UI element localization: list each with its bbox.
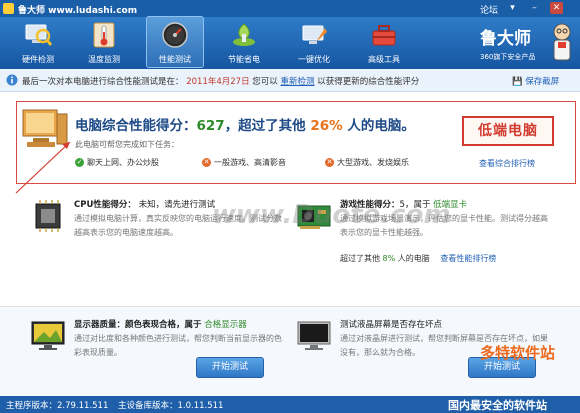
device-db-version: 主设备库版本：1.0.11.511 bbox=[118, 401, 224, 411]
tab-label: 一键优化 bbox=[298, 55, 330, 64]
overall-score-panel: 电脑综合性能得分：627，超过了其他 26% 人的电脑。 此电脑可帮您完成如下任… bbox=[16, 101, 576, 184]
speedometer-icon bbox=[162, 22, 188, 48]
app-logo-icon bbox=[3, 3, 14, 14]
task-label: 一般游戏、高清影音 bbox=[214, 158, 286, 167]
game-beat-percent: 8% bbox=[382, 254, 396, 263]
monitor-landscape-icon bbox=[31, 321, 65, 350]
cpu-chip-icon bbox=[35, 200, 61, 232]
last-test-prefix: 最后一次对本电脑进行综合性能测试是在： bbox=[22, 77, 184, 87]
cross-icon: ✕ bbox=[325, 158, 334, 167]
info-icon bbox=[6, 74, 18, 86]
cpu-title-label: CPU性能得分： bbox=[74, 200, 136, 210]
mascot-icon bbox=[553, 23, 571, 61]
title-bar: 鲁大师 www.ludashi.com 论坛 ▾ – ✕ bbox=[0, 0, 580, 17]
game-rank-link[interactable]: 查看性能排行榜 bbox=[440, 254, 496, 263]
cpu-score-title: CPU性能得分： 未知，请先进行测试 bbox=[74, 198, 215, 210]
game-beat-prefix: 超过了其他 bbox=[340, 254, 380, 263]
cpu-score-value: 未知，请先进行测试 bbox=[138, 200, 216, 210]
tasks-intro: 此电脑可帮您完成如下任务： bbox=[75, 140, 179, 149]
game-beat-suffix: 人的电脑 bbox=[397, 254, 430, 263]
display-quality-title: 显示器质量：颜色表现合格，属于 合格显示器 bbox=[74, 318, 247, 330]
save-screenshot-label: 保存截屏 bbox=[525, 77, 560, 87]
save-icon: 💾 bbox=[512, 77, 523, 87]
game-beat-line: 超过了其他 8% 人的电脑 查看性能排行榜 bbox=[340, 253, 496, 264]
rocket-optimize-icon bbox=[302, 25, 327, 44]
tab-hardware-detect[interactable]: 硬件检测 bbox=[10, 17, 66, 67]
tab-temperature[interactable]: 温度监测 bbox=[76, 17, 132, 67]
save-screenshot-link[interactable]: 💾 保存截屏 bbox=[512, 75, 559, 87]
display-level-value: 合格显示器 bbox=[204, 320, 247, 330]
task-item-large-games: ✕ 大型游戏、发烧娱乐 bbox=[325, 157, 409, 168]
lcd-monitor-icon bbox=[297, 321, 331, 350]
last-test-info-bar: 最后一次对本电脑进行综合性能测试是在： 2011年4月27日 您可以 重新检测 … bbox=[0, 69, 580, 92]
brand-logo: 鲁大师 bbox=[480, 29, 531, 49]
overall-score-value: 627 bbox=[196, 118, 225, 134]
last-test-text: 最后一次对本电脑进行综合性能测试是在： 2011年4月27日 您可以 重新检测 … bbox=[22, 75, 419, 87]
score-headline: 电脑综合性能得分：627，超过了其他 26% 人的电脑。 bbox=[75, 114, 415, 134]
lcd-title: 测试液晶屏幕是否存在坏点 bbox=[340, 320, 443, 330]
check-icon: ✓ bbox=[75, 158, 84, 167]
skin-icon[interactable]: ▾ bbox=[506, 2, 519, 14]
task-label: 聊天上网、办公炒股 bbox=[87, 158, 159, 167]
tab-label: 节能省电 bbox=[228, 55, 260, 64]
tab-energy-saving[interactable]: 节能省电 bbox=[216, 17, 272, 67]
low-end-stamp: 低端电脑 bbox=[462, 116, 554, 146]
minimize-icon[interactable]: – bbox=[528, 2, 541, 14]
forum-link[interactable]: 论坛 bbox=[480, 3, 498, 16]
tab-performance-test[interactable]: 性能测试 bbox=[146, 16, 204, 68]
toolbox-icon bbox=[372, 25, 396, 46]
overall-percent-value: 26% bbox=[310, 118, 343, 134]
tab-label: 高级工具 bbox=[368, 55, 400, 64]
overall-rank-link[interactable]: 查看综合排行榜 bbox=[479, 158, 535, 169]
task-label: 大型游戏、发烧娱乐 bbox=[337, 158, 409, 167]
retest-link[interactable]: 重新检测 bbox=[281, 77, 315, 87]
tab-label: 性能测试 bbox=[159, 55, 191, 64]
thermometer-icon bbox=[93, 22, 115, 48]
score-headline-mid: ，超过了其他 bbox=[224, 118, 306, 134]
display-description: 通过对比度和各种颜色进行测试，帮您判断当前显示器的色彩表现质量。 bbox=[74, 334, 282, 357]
status-bar: 主程序版本：2.79.11.511 主设备库版本：1.0.11.511 国内最安… bbox=[0, 396, 580, 413]
last-test-middle: 您可以 bbox=[252, 77, 278, 87]
display-quality-card: 显示器质量：颜色表现合格，属于 合格显示器 通过对比度和各种颜色进行测试，帮您判… bbox=[30, 318, 290, 390]
display-title-label: 显示器质量：颜色表现合格，属于 bbox=[74, 320, 202, 330]
score-headline-suffix: 人的电脑。 bbox=[347, 118, 415, 134]
close-icon[interactable]: ✕ bbox=[550, 2, 563, 14]
watermark-corner: 多特软件站 bbox=[480, 344, 556, 362]
task-item-general-games: ✕ 一般游戏、高清影音 bbox=[202, 157, 286, 168]
brand-tagline: 360旗下安全产品 bbox=[480, 53, 536, 61]
energy-saving-icon bbox=[233, 23, 255, 46]
main-program-version: 主程序版本：2.79.11.511 bbox=[6, 401, 109, 411]
magnifier-computer-icon bbox=[25, 24, 53, 46]
tab-one-click-optimize[interactable]: 一键优化 bbox=[286, 17, 342, 67]
watermark-duote: www.Duote.com bbox=[212, 200, 451, 230]
computer-icon bbox=[22, 109, 68, 147]
score-headline-prefix: 电脑综合性能得分： bbox=[75, 118, 197, 134]
tab-label: 硬件检测 bbox=[22, 55, 54, 64]
brand-area: 鲁大师 360旗下安全产品 bbox=[470, 22, 580, 66]
tab-label: 温度监测 bbox=[88, 55, 120, 64]
display-start-test-button[interactable]: 开始测试 bbox=[196, 357, 264, 378]
last-test-suffix: 以获得更新的综合性能评分 bbox=[317, 77, 420, 87]
window-title: 鲁大师 www.ludashi.com bbox=[18, 6, 138, 16]
watermark-slogan: 国内最安全的软件站 bbox=[448, 399, 547, 412]
tab-advanced-tools[interactable]: 高级工具 bbox=[356, 17, 412, 67]
last-test-date: 2011年4月27日 bbox=[186, 77, 250, 87]
cross-icon: ✕ bbox=[202, 158, 211, 167]
task-item-chat-office: ✓ 聊天上网、办公炒股 bbox=[75, 157, 159, 168]
